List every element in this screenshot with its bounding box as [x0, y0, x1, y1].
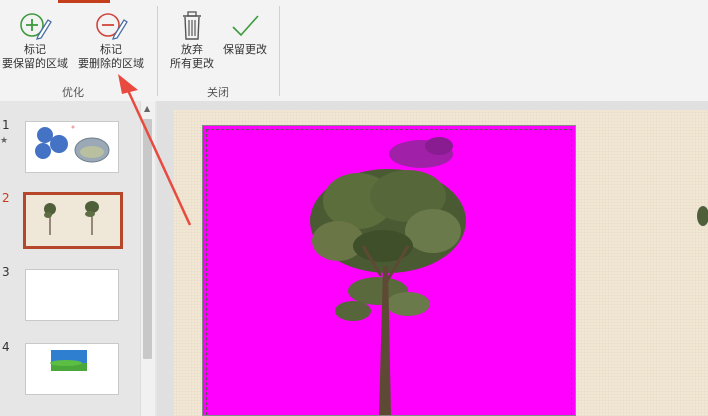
checkmark-icon: [232, 15, 259, 37]
slide-number: 3: [2, 265, 10, 279]
ribbon: 标记 要保留的区域 标记 要删除的区域 优化 放弃 所有更改 保留更改 关闭: [0, 0, 708, 102]
slide-thumbnail-3[interactable]: [25, 269, 119, 321]
minus-pencil-icon: [96, 13, 128, 40]
mark-remove-line2: 要删除的区域: [78, 57, 144, 70]
mark-areas-to-keep-button[interactable]: 标记 要保留的区域: [0, 10, 70, 71]
mark-keep-line1: 标记: [24, 43, 46, 56]
slide-2-preview: [44, 201, 99, 235]
slide-4-preview: [50, 350, 87, 371]
discard-all-changes-button[interactable]: 放弃 所有更改: [164, 10, 220, 71]
trash-icon: [183, 11, 201, 40]
slide-1-preview: [35, 125, 110, 163]
background-removal-picture[interactable]: [202, 125, 576, 416]
mark-areas-to-remove-button[interactable]: 标记 要删除的区域: [74, 10, 148, 71]
animation-star-icon: ★: [0, 136, 9, 146]
tree-image: [310, 137, 466, 415]
mark-remove-line1: 标记: [100, 43, 122, 56]
group-separator: [279, 6, 280, 96]
slide-thumbnail-2[interactable]: [23, 192, 123, 249]
discard-line2: 所有更改: [170, 57, 214, 70]
discard-line1: 放弃: [181, 43, 203, 56]
annotation-arrow: [118, 74, 192, 226]
slide-number: 2: [2, 191, 10, 205]
slide-number: 4: [2, 340, 10, 354]
partial-tree-icon: [697, 206, 708, 226]
group-label-refine: 优化: [62, 86, 84, 99]
keep-changes-button[interactable]: 保留更改: [218, 10, 272, 57]
mark-keep-line2: 要保留的区域: [2, 57, 68, 70]
keep-changes-label: 保留更改: [223, 43, 267, 56]
plus-pencil-icon: [20, 13, 52, 40]
slide-thumbnail-1[interactable]: [25, 121, 119, 173]
group-label-close: 关闭: [207, 86, 229, 99]
slide-thumbnail-4[interactable]: [25, 343, 119, 395]
slide-number: 1: [2, 118, 10, 132]
active-tab-accent: [58, 0, 110, 3]
